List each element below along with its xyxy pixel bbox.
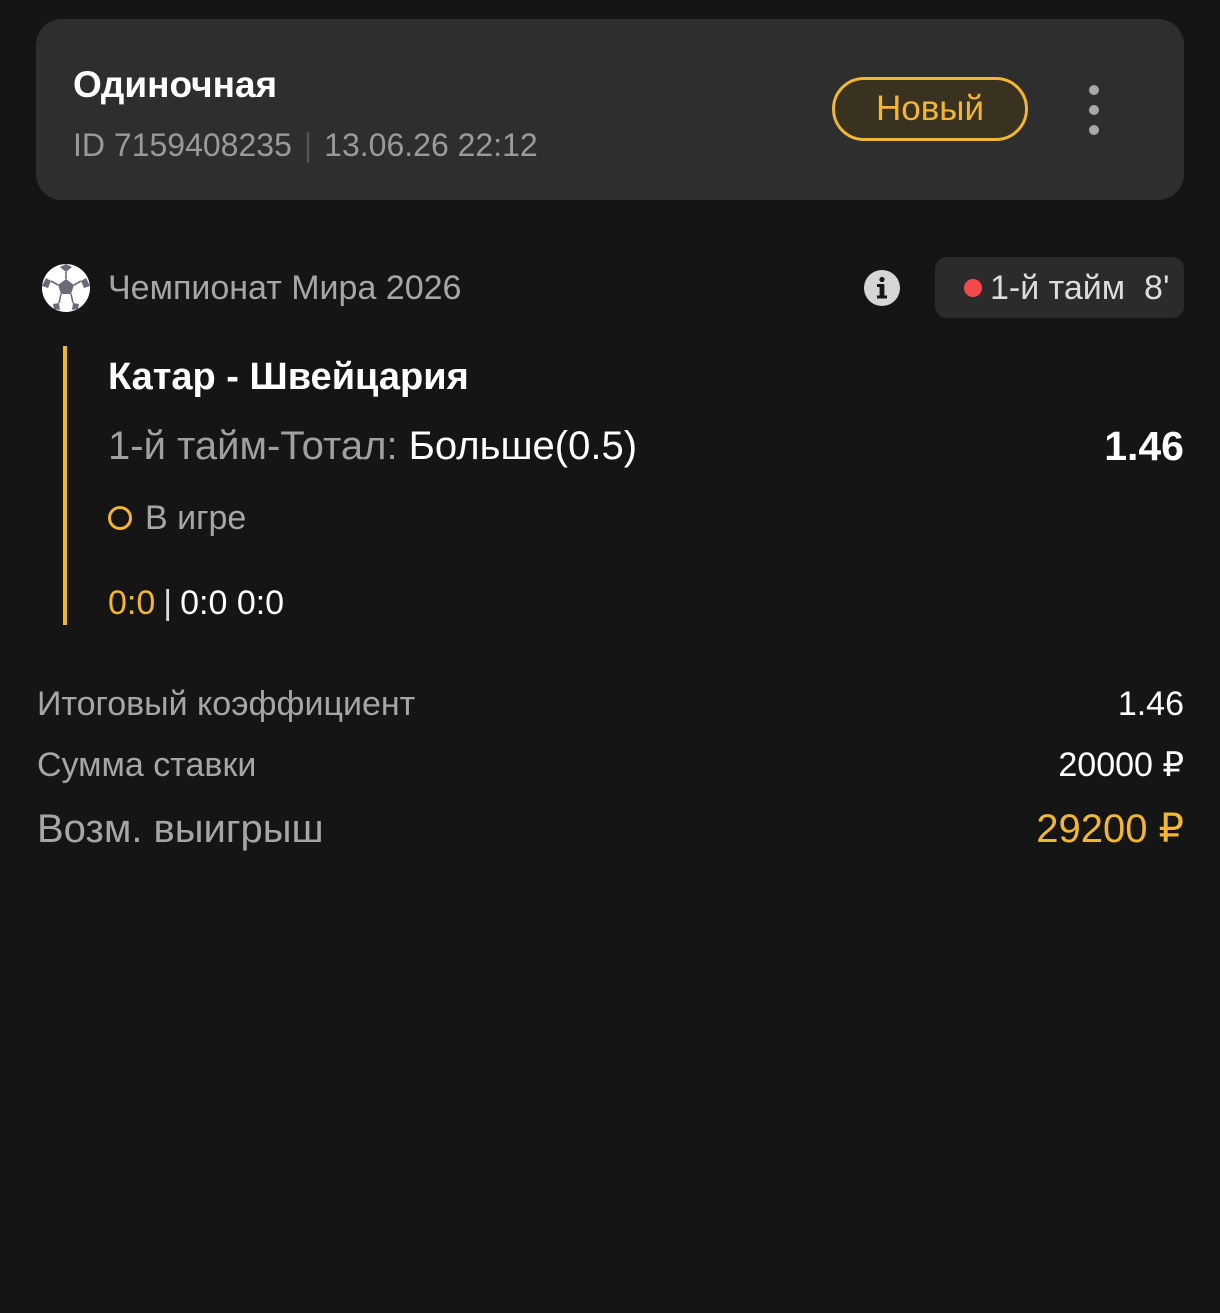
event-score: 0:0 | 0:0 0:0 [108,583,284,623]
total-coef-value: 1.46 [1117,684,1184,723]
bet-details-screen: Одиночная ID 7159408235 | 13.06.26 22:12 Н… [0,0,1220,1313]
bet-header-card: Одиночная ID 7159408235 | 13.06.26 22:12 Н… [36,19,1184,200]
soccer-ball-icon [42,264,90,312]
total-coef-label: Итоговый коэффициент [37,684,416,723]
stake-value: 20000 ₽ [1058,746,1184,784]
possible-win-row: Возм. выигрыш 29200 ₽ [37,804,1184,854]
live-dot-icon [964,278,982,297]
bet-meta: ID 7159408235 | 13.06.26 22:12 [73,125,538,165]
info-icon[interactable] [864,270,900,306]
meta-divider: | [303,127,313,163]
total-coef-row: Итоговый коэффициент 1.46 [37,683,1184,725]
stake-row: Сумма ставки 20000 ₽ [37,744,1184,786]
event-state: В игре [108,498,246,538]
market-line: 1-й тайм-Тотал: Больше(0.5) [108,422,637,470]
bet-id: ID 7159408235 [73,127,292,163]
stake-label: Сумма ставки [37,745,257,784]
tournament-name: Чемпионат Мира 2026 [108,269,462,307]
possible-win-value: 29200 ₽ [1036,807,1184,851]
possible-win-label: Возм. выигрыш [37,806,324,851]
live-status-text: 1-й тайм 8' [990,268,1170,307]
score-main: 0:0 [108,584,156,622]
bet-datetime: 13.06.26 22:12 [324,127,538,163]
market-value: Больше(0.5) [408,424,638,468]
in-play-ring-icon [108,506,132,530]
market-label: 1-й тайм-Тотал: [108,424,409,468]
kebab-menu-icon[interactable] [1076,79,1112,141]
event-odds: 1.46 [1104,423,1184,469]
score-separator: | [163,584,173,622]
bet-type-title: Одиночная [73,64,278,105]
event-state-text: В игре [145,499,247,537]
live-status-pill: 1-й тайм 8' [935,257,1184,318]
score-periods: 0:0 0:0 [180,584,285,622]
status-badge: Новый [832,77,1028,141]
event-teams[interactable]: Катар - Швейцария [108,354,469,400]
event-accent-bar [63,346,67,625]
tournament-row: Чемпионат Мира 2026 [40,262,461,314]
